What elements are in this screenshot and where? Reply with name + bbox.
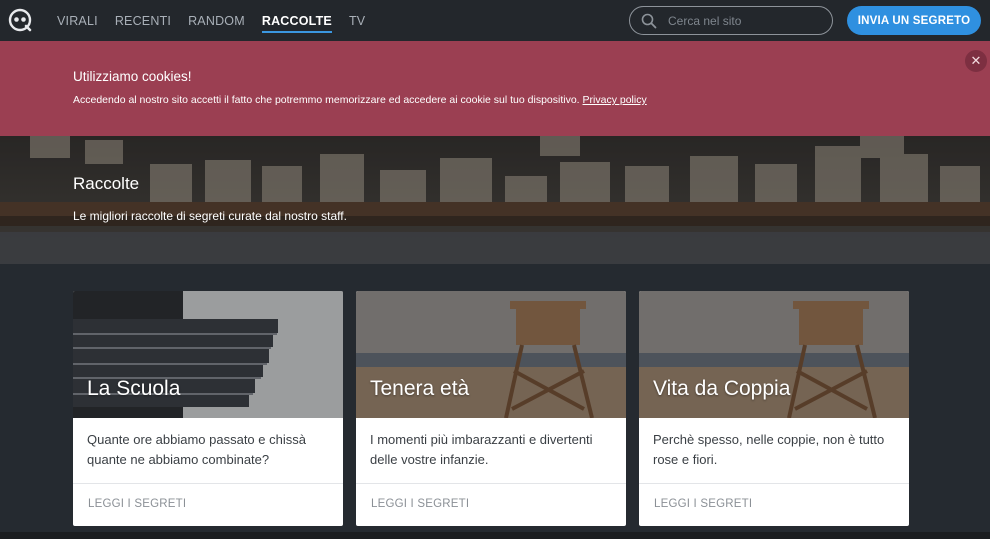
collection-card-tenera-eta[interactable]: Tenera età I momenti più imbarazzanti e … bbox=[356, 291, 626, 526]
nav-item-random[interactable]: RANDOM bbox=[188, 14, 245, 28]
page-subtitle: Le migliori raccolte di segreti curate d… bbox=[73, 209, 347, 223]
search-icon bbox=[641, 13, 657, 29]
read-secrets-link[interactable]: LEGGI I SEGRETI bbox=[88, 498, 186, 510]
top-navbar: VIRALI RECENTI RANDOM RACCOLTE TV INVIA … bbox=[0, 0, 990, 41]
nav-item-virali[interactable]: VIRALI bbox=[57, 14, 98, 28]
hero-background-image bbox=[0, 136, 990, 264]
cookie-text-line: Accedendo al nostro sito accetti il fatt… bbox=[73, 94, 647, 106]
card-title: Tenera età bbox=[370, 377, 470, 400]
card-description: Quante ore abbiamo passato e chissà quan… bbox=[87, 432, 306, 467]
collection-card-scuola[interactable]: La Scuola Quante ore abbiamo passato e c… bbox=[73, 291, 343, 526]
card-divider bbox=[639, 483, 909, 484]
search-box[interactable] bbox=[629, 6, 833, 35]
nav-item-tv[interactable]: TV bbox=[349, 14, 365, 28]
logo-icon[interactable] bbox=[8, 8, 32, 32]
read-secrets-link[interactable]: LEGGI I SEGRETI bbox=[654, 498, 752, 510]
card-divider bbox=[356, 483, 626, 484]
card-title: La Scuola bbox=[87, 377, 181, 400]
card-divider bbox=[73, 483, 343, 484]
main-nav: VIRALI RECENTI RANDOM RACCOLTE TV bbox=[57, 0, 365, 41]
read-secrets-link[interactable]: LEGGI I SEGRETI bbox=[371, 498, 469, 510]
os-dock-edge bbox=[0, 532, 990, 539]
submit-secret-button[interactable]: INVIA UN SEGRETO bbox=[847, 6, 981, 35]
card-title: Vita da Coppia bbox=[653, 377, 791, 400]
nav-item-recenti[interactable]: RECENTI bbox=[115, 14, 171, 28]
page-title: Raccolte bbox=[73, 174, 140, 193]
close-icon[interactable]: ✕ bbox=[965, 50, 987, 72]
hero-banner: Raccolte Le migliori raccolte di segreti… bbox=[0, 136, 990, 264]
cookie-message: Accedendo al nostro sito accetti il fatt… bbox=[73, 94, 580, 106]
card-description: Perchè spesso, nelle coppie, non è tutto… bbox=[653, 432, 885, 467]
collection-card-vita-da-coppia[interactable]: Vita da Coppia Perchè spesso, nelle copp… bbox=[639, 291, 909, 526]
search-input[interactable] bbox=[668, 12, 818, 30]
privacy-policy-link[interactable]: Privacy policy bbox=[583, 94, 647, 106]
collections-grid: La Scuola Quante ore abbiamo passato e c… bbox=[0, 264, 990, 539]
nav-item-raccolte[interactable]: RACCOLTE bbox=[261, 14, 333, 33]
cookie-banner: Utilizziamo cookies! Accedendo al nostro… bbox=[0, 41, 990, 136]
card-description: I momenti più imbarazzanti e divertenti … bbox=[370, 432, 593, 467]
cookie-title: Utilizziamo cookies! bbox=[73, 69, 192, 84]
